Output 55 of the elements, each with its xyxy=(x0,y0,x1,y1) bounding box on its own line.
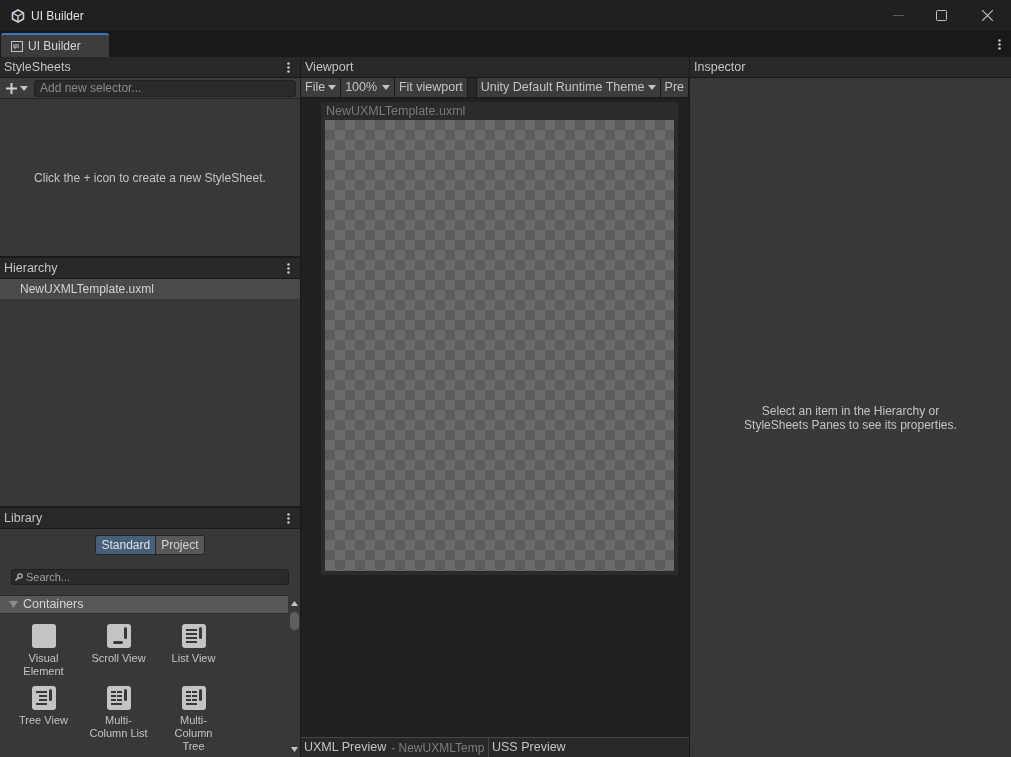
toolbar-button[interactable]: Fit viewport xyxy=(394,78,468,97)
document-title: NewUXMLTemplate.uxml xyxy=(325,103,467,120)
close-icon[interactable] xyxy=(982,10,993,21)
ui-icon xyxy=(11,40,23,52)
dropdown-caret-icon xyxy=(20,85,28,91)
library-item[interactable]: Tree View xyxy=(6,686,81,753)
empty-message: Click the + icon to create a new StyleSheet. xyxy=(34,169,266,187)
more-options-icon[interactable] xyxy=(287,262,290,274)
library-item[interactable]: List View xyxy=(156,624,231,678)
library-tab[interactable]: Standard xyxy=(96,536,156,554)
panel-title: Hierarchy xyxy=(4,259,58,277)
panel-title: StyleSheets xyxy=(4,58,71,76)
multi-column-list-icon xyxy=(181,686,206,710)
library-item[interactable]: Multi-Column List xyxy=(81,686,156,753)
dropdown-caret-icon xyxy=(328,85,337,90)
window-tab[interactable]: UI Builder xyxy=(1,33,109,57)
library-item[interactable]: Scroll View xyxy=(81,624,156,678)
empty-message: Select an item in the Hierarchy or StyleSheets Panes to see its properties. xyxy=(743,403,958,432)
multi-column-list-icon xyxy=(106,686,131,710)
panel-title: Inspector xyxy=(694,58,746,76)
preview-tab[interactable]: USS Preview xyxy=(489,738,566,757)
toolbar-button[interactable]: Pre xyxy=(660,78,689,97)
search-icon xyxy=(15,573,23,581)
square-icon xyxy=(31,624,56,648)
list-icon xyxy=(181,624,206,648)
selector-field[interactable]: Add new selector... xyxy=(34,79,296,97)
window-title: UI Builder xyxy=(31,7,84,25)
panel-title: Library xyxy=(4,509,43,527)
more-options-icon[interactable] xyxy=(287,61,290,73)
more-options-icon[interactable] xyxy=(998,39,1001,50)
library-tab[interactable]: Project xyxy=(155,536,204,554)
preview-tab[interactable]: UXML Preview - NewUXMLTemp xyxy=(301,738,489,757)
more-options-icon[interactable] xyxy=(287,512,290,524)
zoom-dropdown[interactable]: 100% xyxy=(341,78,395,97)
library-item[interactable]: Multi-Column Tree xyxy=(156,686,231,753)
add-stylesheet-button[interactable] xyxy=(4,82,30,94)
scroll-view-icon xyxy=(106,624,131,648)
cube-icon xyxy=(11,8,25,23)
panel-title: Viewport xyxy=(305,58,354,76)
expanded-triangle-icon xyxy=(9,600,18,609)
library-item[interactable]: Visual Element xyxy=(6,624,81,678)
section-header[interactable]: Containers xyxy=(0,595,288,614)
maximize-icon[interactable] xyxy=(936,10,947,21)
dropdown-caret-icon xyxy=(381,85,390,90)
toolbar-menu[interactable]: Unity Default Runtime Theme xyxy=(475,78,661,97)
plus-icon xyxy=(6,82,17,94)
tree-list-icon xyxy=(31,686,56,710)
search-field[interactable]: Search... xyxy=(11,569,289,585)
dropdown-caret-icon xyxy=(647,85,656,90)
toolbar-menu[interactable]: File xyxy=(301,78,342,97)
scroll-down-icon[interactable] xyxy=(290,747,298,752)
hierarchy-item[interactable]: NewUXMLTemplate.uxml xyxy=(0,279,300,299)
file-name: - NewUXMLTemp xyxy=(391,739,485,757)
scroll-thumb[interactable] xyxy=(289,612,299,630)
scroll-up-icon[interactable] xyxy=(290,601,298,606)
